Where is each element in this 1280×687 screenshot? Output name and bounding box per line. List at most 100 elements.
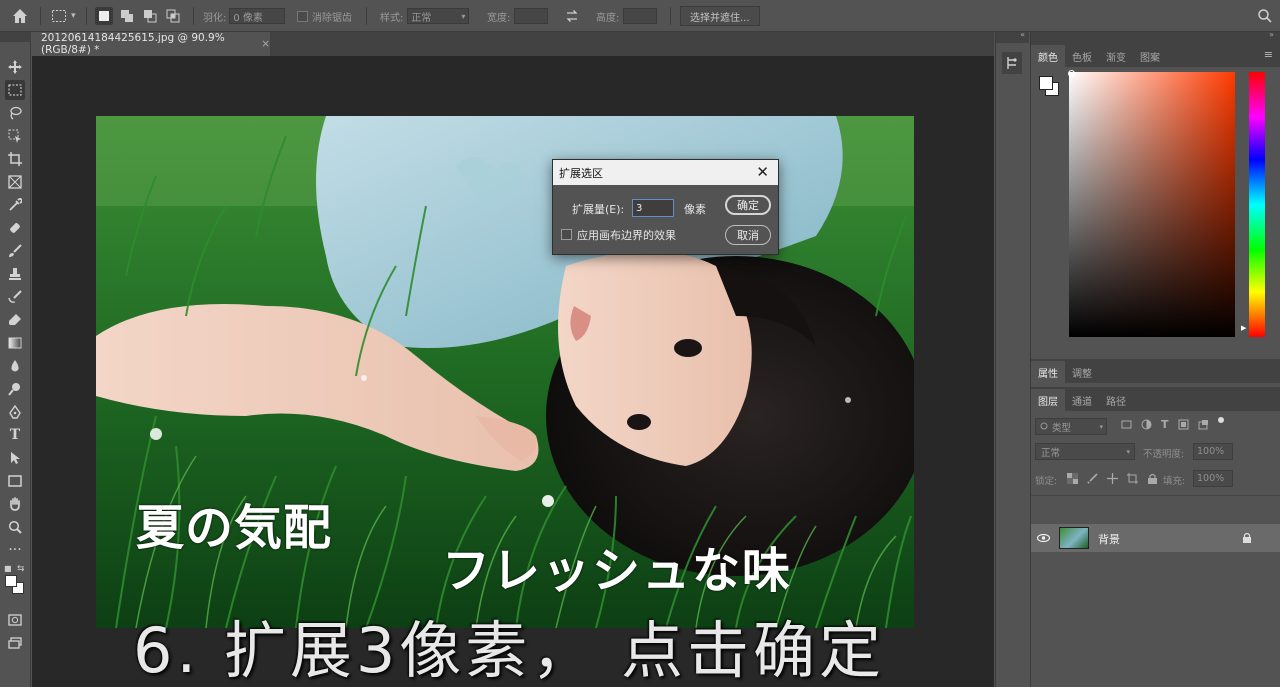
history-brush-tool-icon[interactable] xyxy=(5,287,25,307)
object-selection-tool-icon[interactable] xyxy=(5,126,25,146)
tab-layers[interactable]: 图层 xyxy=(1031,389,1065,411)
layer-row[interactable]: 背景 xyxy=(1031,524,1280,552)
swap-dimensions-icon[interactable] xyxy=(565,0,579,32)
fill-input[interactable]: 100% xyxy=(1193,470,1233,487)
canvas-area[interactable]: 夏の気配 フレッシュな味 xyxy=(32,56,994,687)
healing-brush-tool-icon[interactable] xyxy=(5,218,25,238)
brush-tool-icon[interactable] xyxy=(5,241,25,261)
divider xyxy=(40,7,41,25)
panel-menu-icon[interactable]: ≡ xyxy=(1264,48,1273,61)
tab-adjustments[interactable]: 调整 xyxy=(1065,361,1099,383)
eye-icon[interactable] xyxy=(1037,533,1050,543)
eraser-tool-icon[interactable] xyxy=(5,310,25,330)
blur-tool-icon[interactable] xyxy=(5,356,25,376)
style-select[interactable]: 正常 ▾ xyxy=(407,8,470,24)
color-picker-handle[interactable] xyxy=(1068,70,1075,77)
new-selection-icon[interactable] xyxy=(95,7,113,25)
saturation-brightness-field[interactable] xyxy=(1069,72,1235,337)
history-panel-icon[interactable] xyxy=(1002,52,1022,74)
height-input[interactable] xyxy=(623,8,658,24)
hand-tool-icon[interactable] xyxy=(5,494,25,514)
hue-slider[interactable] xyxy=(1249,72,1265,337)
feather-input[interactable]: 0 像素 xyxy=(229,8,286,24)
tab-gradients[interactable]: 渐变 xyxy=(1099,45,1133,67)
layer-name: 背景 xyxy=(1098,533,1120,546)
zoom-tool-icon[interactable] xyxy=(5,517,25,537)
more-tools-icon[interactable]: ··· xyxy=(5,540,25,560)
chevron-down-icon: ▾ xyxy=(1099,422,1103,431)
tab-color[interactable]: 颜色 xyxy=(1031,45,1065,67)
pixel-filter-icon[interactable] xyxy=(1121,419,1132,430)
gradient-tool-icon[interactable] xyxy=(5,333,25,353)
add-to-selection-icon[interactable] xyxy=(118,7,136,25)
screen-mode-icon[interactable] xyxy=(5,633,25,653)
lock-icon[interactable] xyxy=(1242,532,1252,544)
close-icon[interactable]: × xyxy=(261,38,270,50)
color-swatches[interactable]: ■ ⇆ xyxy=(4,564,28,598)
path-selection-tool-icon[interactable] xyxy=(5,448,25,468)
foreground-color-swatch[interactable] xyxy=(1039,76,1053,90)
intersect-selection-icon[interactable] xyxy=(164,7,182,25)
blend-mode-select[interactable]: 正常 ▾ xyxy=(1035,443,1135,460)
foreground-color-swatch[interactable] xyxy=(5,575,17,587)
tab-swatches[interactable]: 色板 xyxy=(1065,45,1099,67)
crop-tool-icon[interactable] xyxy=(5,149,25,169)
lasso-tool-icon[interactable] xyxy=(5,103,25,123)
close-icon[interactable]: ✕ xyxy=(756,163,769,181)
layers-panel: 类型 ▾ T 正常 ▾ 不透明度: 100% 锁定: 填充: 100% 背景 xyxy=(1031,411,1280,687)
lock-transparent-pixels-icon[interactable] xyxy=(1067,473,1078,484)
dodge-tool-icon[interactable] xyxy=(5,379,25,399)
fg-bg-swatches[interactable] xyxy=(1037,74,1061,98)
collapse-icon[interactable]: » xyxy=(1269,30,1274,39)
move-tool-icon[interactable] xyxy=(5,57,25,77)
hue-slider-handle[interactable]: ▶ xyxy=(1241,324,1246,332)
antialias-checkbox[interactable] xyxy=(297,10,308,22)
dialog-titlebar[interactable]: 扩展选区 ✕ xyxy=(553,160,778,185)
filter-toggle-icon[interactable] xyxy=(1217,417,1224,423)
swap-colors-icon[interactable]: ⇆ xyxy=(17,564,25,574)
tab-properties[interactable]: 属性 xyxy=(1031,361,1065,383)
document-tab[interactable]: 20120614184425615.jpg @ 90.9%(RGB/8#) * … xyxy=(32,32,270,56)
opacity-input[interactable]: 100% xyxy=(1193,443,1233,460)
width-input[interactable] xyxy=(514,8,549,24)
document-image[interactable]: 夏の気配 フレッシュな味 xyxy=(96,116,914,628)
lock-position-icon[interactable] xyxy=(1107,473,1118,484)
tab-channels[interactable]: 通道 xyxy=(1065,389,1099,411)
type-tool-icon[interactable]: T xyxy=(5,425,25,445)
eyedropper-tool-icon[interactable] xyxy=(5,195,25,215)
divider xyxy=(670,7,671,25)
rectangular-marquee-tool-icon[interactable] xyxy=(5,80,25,100)
lock-image-pixels-icon[interactable] xyxy=(1087,473,1098,484)
apply-canvas-bounds-checkbox[interactable] xyxy=(561,229,572,240)
lock-artboard-icon[interactable] xyxy=(1127,473,1138,484)
home-icon[interactable] xyxy=(10,0,30,32)
smart-object-filter-icon[interactable] xyxy=(1198,419,1209,430)
tab-paths[interactable]: 路径 xyxy=(1099,389,1133,411)
lock-all-icon[interactable] xyxy=(1147,473,1158,484)
tab-patterns[interactable]: 图案 xyxy=(1133,45,1167,67)
layer-kind-filter[interactable]: 类型 ▾ xyxy=(1035,418,1107,435)
default-colors-icon[interactable]: ■ xyxy=(4,564,12,573)
fill-label: 填充: xyxy=(1163,476,1186,487)
layer-thumbnail xyxy=(1059,527,1089,549)
clone-stamp-tool-icon[interactable] xyxy=(5,264,25,284)
subtract-from-selection-icon[interactable] xyxy=(141,7,159,25)
color-panel: ▶ xyxy=(1031,67,1280,352)
rectangle-tool-icon[interactable] xyxy=(5,471,25,491)
search-icon[interactable] xyxy=(1257,0,1273,32)
type-filter-icon[interactable]: T xyxy=(1161,419,1169,430)
expand-amount-input[interactable]: 3 xyxy=(632,199,674,217)
frame-tool-icon[interactable] xyxy=(5,172,25,192)
ok-button[interactable]: 确定 xyxy=(725,195,771,215)
adjustment-filter-icon[interactable] xyxy=(1141,419,1152,430)
chevron-down-icon: ▾ xyxy=(461,11,466,21)
chevron-down-icon: ▾ xyxy=(1126,447,1130,456)
cancel-button[interactable]: 取消 xyxy=(725,225,771,245)
shape-filter-icon[interactable] xyxy=(1178,419,1189,430)
quick-mask-icon[interactable] xyxy=(5,610,25,630)
pen-tool-icon[interactable] xyxy=(5,402,25,422)
marquee-preset-picker[interactable]: ▾ xyxy=(50,0,76,32)
select-and-mask-button[interactable]: 选择并遮住... xyxy=(680,6,760,26)
collapse-icon[interactable]: « xyxy=(1020,30,1025,39)
blend-mode-value: 正常 xyxy=(1041,447,1061,459)
